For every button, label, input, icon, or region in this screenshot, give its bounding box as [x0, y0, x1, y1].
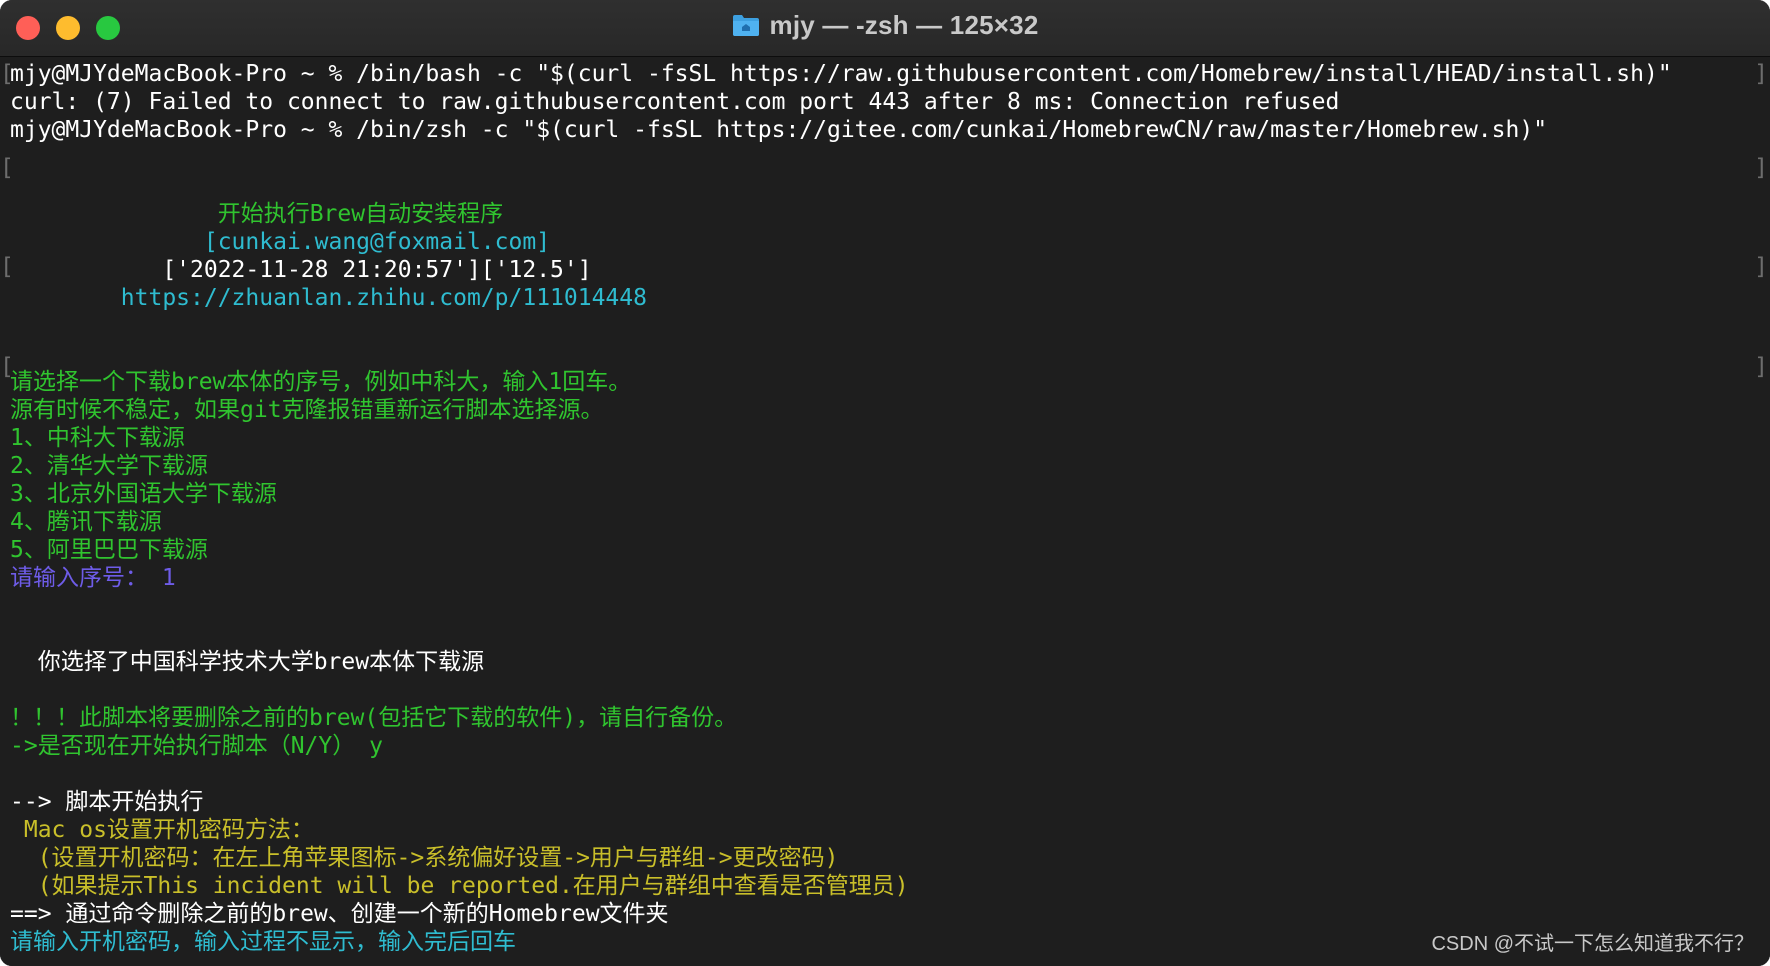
terminal-line-banner: 开始执行Brew自动安装程序: [10, 201, 504, 227]
terminal-line-command: mjy@MJYdeMacBook-Pro ~ % /bin/zsh -c "$(…: [10, 117, 1548, 143]
terminal-output[interactable]: [ ] [ ] [ ] [ ] mjy@MJYdeMacBook-Pro ~ %…: [0, 57, 1770, 966]
terminal-line-error: curl: (7) Failed to connect to raw.githu…: [10, 89, 1340, 115]
terminal-line-date: ['2022-11-28 21:20:57']['12.5']: [10, 257, 592, 283]
mark-bracket: ]: [1754, 61, 1768, 87]
terminal-line-confirm: ->是否现在开始执行脚本（N/Y） y: [10, 733, 383, 759]
title-bar[interactable]: mjy — -zsh — 125×32: [0, 0, 1770, 57]
terminal-line-password-prompt: 请输入开机密码，输入过程不显示，输入完后回车: [10, 929, 516, 955]
terminal-line-prompt: 请选择一个下载brew本体的序号，例如中科大，输入1回车。: [10, 369, 632, 395]
mark-bracket: [: [0, 155, 14, 181]
terminal-line-note: 源有时候不稳定，如果git克隆报错重新运行脚本选择源。: [10, 397, 604, 423]
mark-bracket: ]: [1754, 354, 1768, 380]
terminal-line-hint: Mac os设置开机密码方法：: [10, 817, 314, 843]
terminal-line-status: ==> 通过命令删除之前的brew、创建一个新的Homebrew文件夹: [10, 901, 669, 927]
terminal-line-option: 4、腾讯下载源: [10, 509, 162, 535]
terminal-line-input: 请输入序号： 1: [10, 565, 176, 591]
window-title: mjy — -zsh — 125×32: [0, 10, 1770, 41]
terminal-line-url[interactable]: https://zhuanlan.zhihu.com/p/111014448: [10, 284, 647, 312]
watermark: CSDN @不试一下怎么知道我不行？: [1431, 933, 1754, 955]
terminal-line-hint: (设置开机密码：在左上角苹果图标->系统偏好设置->用户与群组->更改密码): [10, 845, 839, 871]
terminal-line-option: 1、中科大下载源: [10, 425, 185, 451]
terminal-window: mjy — -zsh — 125×32 [ ] [ ] [ ] [ ] mjy@…: [0, 0, 1770, 966]
terminal-line-email: [cunkai.wang@foxmail.com]: [10, 229, 551, 255]
home-folder-icon: [732, 15, 759, 36]
terminal-line-command: mjy@MJYdeMacBook-Pro ~ % /bin/bash -c "$…: [10, 61, 1672, 87]
terminal-line-option: 5、阿里巴巴下载源: [10, 537, 208, 563]
terminal-line-status: --> 脚本开始执行: [10, 789, 204, 815]
terminal-line-selection: 你选择了中国科学技术大学brew本体下载源: [10, 649, 485, 675]
mark-bracket: ]: [1754, 155, 1768, 181]
terminal-line-hint: (如果提示This incident will be reported.在用户与…: [10, 873, 909, 899]
terminal-line-option: 2、清华大学下载源: [10, 453, 208, 479]
terminal-line-option: 3、北京外国语大学下载源: [10, 481, 277, 507]
mark-bracket: ]: [1754, 254, 1768, 280]
terminal-line-warning: ！！！此脚本将要删除之前的brew(包括它下载的软件)，请自行备份。: [10, 705, 738, 731]
window-title-text: mjy — -zsh — 125×32: [769, 10, 1039, 40]
